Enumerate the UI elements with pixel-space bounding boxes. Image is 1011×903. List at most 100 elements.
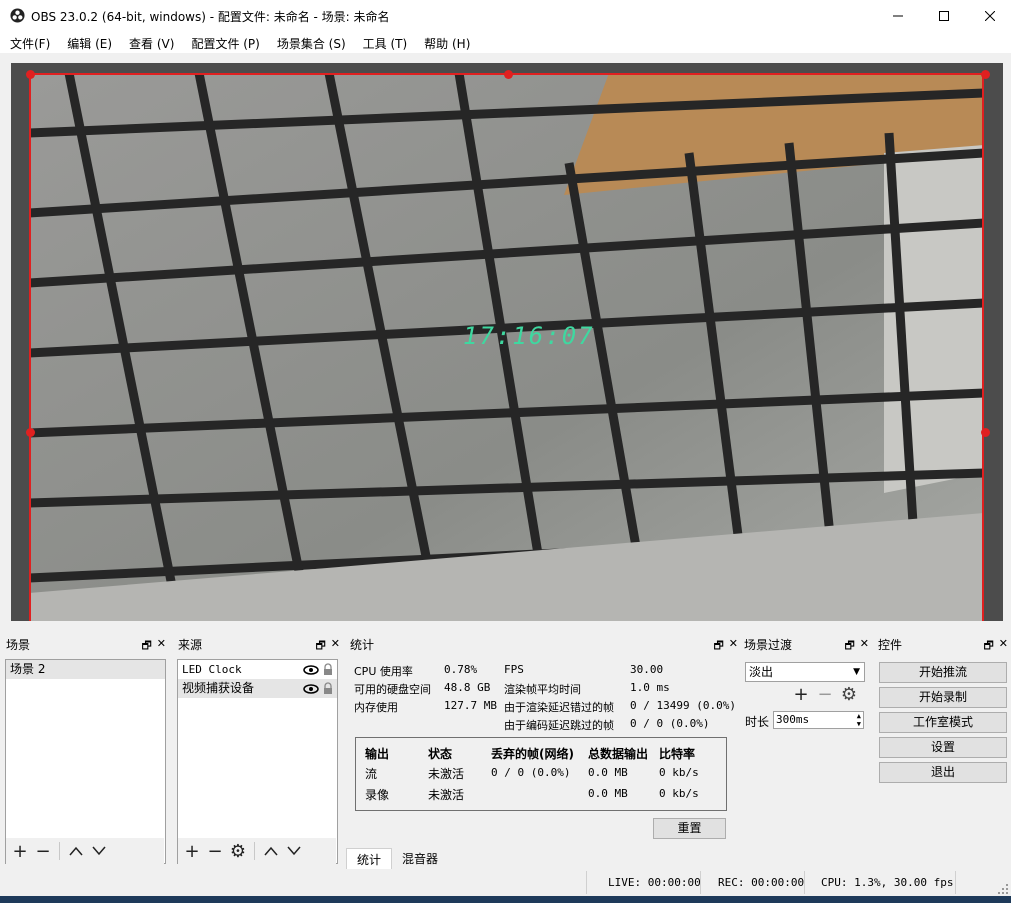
list-item[interactable]: 场景 2 [6,660,165,679]
tab-mixer[interactable]: 混音器 [392,848,448,870]
move-up-icon[interactable] [66,841,86,861]
move-up-icon[interactable] [261,841,281,861]
add-icon[interactable]: + [791,684,811,705]
remove-icon[interactable]: − [205,841,225,862]
table-header: 输出 [365,747,390,761]
scenes-title: 场景 [6,638,31,652]
visibility-eye-icon[interactable] [303,660,319,679]
move-down-icon[interactable] [89,841,109,861]
close-button[interactable] [967,0,1011,31]
gear-icon[interactable]: ⚙ [839,684,859,705]
gear-icon[interactable]: ⚙ [228,841,248,862]
list-item[interactable]: 视频捕获设备 [178,679,337,698]
dock-title-bar: 场景 🗗 ✕ [0,636,172,653]
source-name: 视频捕获设备 [182,681,255,695]
dock-title-bar: 来源 🗗 ✕ [172,636,344,653]
visibility-eye-icon[interactable] [303,679,319,698]
table-cell: 0 kb/s [659,766,699,779]
menu-tools[interactable]: 工具 (T) [353,31,415,53]
transitions-dock: 场景过渡 🗗 ✕ 淡出 ▼ + − ⚙ 时长 300ms ▲ ▼ [741,636,872,867]
sources-toolbar: + − ⚙ [178,838,336,864]
menu-profile[interactable]: 配置文件 (P) [181,31,266,53]
separator [59,842,60,860]
close-icon[interactable]: ✕ [999,637,1008,656]
transition-select[interactable]: 淡出 ▼ [745,662,865,682]
float-icon[interactable]: 🗗 [141,637,151,656]
dock-title-bar: 控件 🗗 ✕ [874,636,1011,653]
settings-button[interactable]: 设置 [879,737,1007,758]
menu-file[interactable]: 文件(F) [0,31,57,53]
menu-scene-collection[interactable]: 场景集合 (S) [267,31,353,53]
table-cell: 录像 [365,788,390,802]
add-icon[interactable]: + [10,841,30,862]
render-skip-label: 由于渲染延迟错过的帧 [504,701,614,714]
start-streaming-button[interactable]: 开始推流 [879,662,1007,683]
table-cell: 0 / 0 (0.0%) [491,766,571,779]
maximize-button[interactable] [921,0,967,31]
float-icon[interactable]: 🗗 [315,637,325,656]
remove-icon[interactable]: − [815,684,835,705]
sources-title: 来源 [178,638,203,652]
memory-label: 内存使用 [354,701,398,714]
move-down-icon[interactable] [284,841,304,861]
stats-title: 统计 [350,638,375,652]
lock-icon[interactable] [323,679,333,698]
remove-icon[interactable]: − [33,841,53,862]
separator [700,871,701,894]
controls-dock: 控件 🗗 ✕ 开始推流 开始录制 工作室模式 设置 退出 [874,636,1011,867]
close-icon[interactable]: ✕ [331,637,340,656]
float-icon[interactable]: 🗗 [983,637,993,656]
taskbar-edge [0,896,1011,903]
duration-label: 时长 [745,715,770,729]
menu-view[interactable]: 查看 (V) [119,31,181,53]
table-header: 比特率 [659,747,696,761]
list-item[interactable]: LED Clock [178,660,337,679]
table-header: 丢弃的帧(网络) [491,747,574,761]
table-header: 总数据输出 [588,747,649,761]
menu-help[interactable]: 帮助 (H) [414,31,477,53]
spin-arrows-icon[interactable]: ▲ ▼ [857,712,861,728]
menu-edit[interactable]: 编辑 (E) [57,31,119,53]
menu-bar: 文件(F) 编辑 (E) 查看 (V) 配置文件 (P) 场景集合 (S) 工具… [0,31,1011,53]
add-icon[interactable]: + [182,841,202,862]
cpu-label: CPU 使用率 [354,665,413,678]
separator [586,871,587,894]
sources-dock: 来源 🗗 ✕ LED Clock 视频捕获设备 + − ⚙ [172,636,344,867]
preview-canvas[interactable]: 17:16:07 [11,63,1003,621]
minimize-icon [893,15,903,16]
duration-spinbox[interactable]: 300ms ▲ ▼ [773,711,864,729]
lock-icon[interactable] [323,660,333,679]
resize-grip-icon[interactable] [998,884,1008,894]
duration-value: 300ms [776,713,810,726]
close-icon[interactable]: ✕ [157,637,166,656]
table-cell: 未激活 [428,767,465,781]
disk-label: 可用的硬盘空间 [354,683,431,696]
live-timer: LIVE: 00:00:00 [608,876,701,889]
separator [804,871,805,894]
start-recording-button[interactable]: 开始录制 [879,687,1007,708]
exit-button[interactable]: 退出 [879,762,1007,783]
transition-toolbar: + − ⚙ [791,684,859,705]
close-icon[interactable]: ✕ [860,637,869,656]
transition-selected: 淡出 [749,665,774,679]
table-header: 状态 [428,747,453,761]
reset-button[interactable]: 重置 [653,818,726,839]
encode-skip-value: 0 / 0 (0.0%) [630,717,710,730]
dock-title-bar: 场景过渡 🗗 ✕ [741,636,872,653]
status-bar: LIVE: 00:00:00 REC: 00:00:00 CPU: 1.3%, … [0,869,1011,896]
chevron-down-icon: ▼ [853,667,860,677]
float-icon[interactable]: 🗗 [713,637,723,656]
studio-mode-button[interactable]: 工作室模式 [879,712,1007,733]
float-icon[interactable]: 🗗 [844,637,854,656]
table-cell: 0 kb/s [659,787,699,800]
sources-list[interactable]: LED Clock 视频捕获设备 [177,659,338,864]
rec-timer: REC: 00:00:00 [718,876,805,889]
tab-stats[interactable]: 统计 [346,848,393,870]
render-time-value: 1.0 ms [630,681,670,694]
source-name: LED Clock [182,663,242,676]
minimize-button[interactable] [875,0,921,31]
encode-skip-label: 由于编码延迟跳过的帧 [504,719,614,732]
table-cell: 0.0 MB [588,766,628,779]
close-icon[interactable]: ✕ [729,637,738,656]
scenes-list[interactable]: 场景 2 [5,659,166,864]
